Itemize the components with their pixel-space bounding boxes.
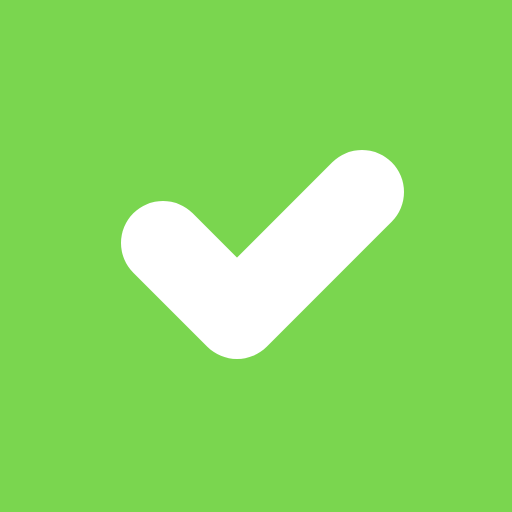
checkmark-icon: [0, 0, 512, 512]
checkmark-tile: [0, 0, 512, 512]
